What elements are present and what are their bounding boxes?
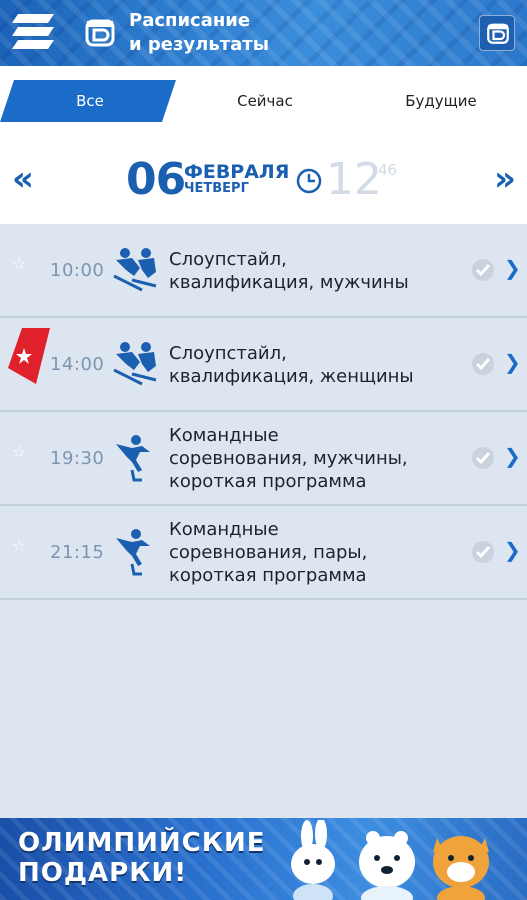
figure-skating-icon bbox=[116, 435, 150, 482]
figure-skating-icon bbox=[116, 529, 150, 576]
favorite-star-icon[interactable]: ☆ bbox=[12, 442, 26, 461]
app-header: Расписание и результаты bbox=[0, 0, 527, 66]
event-list: ☆ 10:00 Слоупстайл, квалификация, мужчин… bbox=[0, 224, 527, 600]
date-day: 06 bbox=[126, 154, 186, 205]
date-month: ФЕВРАЛЯ bbox=[184, 161, 290, 183]
event-name-line: Слоупстайл, bbox=[169, 343, 287, 364]
title-line-2: и результаты bbox=[129, 34, 270, 55]
check-icon bbox=[472, 259, 494, 281]
tab-now[interactable]: Сейчас bbox=[190, 80, 340, 122]
chevron-right-icon[interactable]: ❯ bbox=[504, 538, 521, 562]
event-time: 21:15 bbox=[50, 542, 105, 563]
next-day-button[interactable]: » bbox=[494, 162, 516, 196]
freestyle-ski-icon bbox=[113, 248, 157, 292]
check-icon bbox=[472, 541, 494, 563]
chevron-right-icon[interactable]: ❯ bbox=[504, 350, 521, 374]
mascots-illustration bbox=[291, 820, 489, 900]
chevron-right-icon[interactable]: ❯ bbox=[504, 256, 521, 280]
favorite-star-icon[interactable]: ☆ bbox=[12, 536, 26, 555]
event-name-line: Командные bbox=[169, 519, 279, 540]
event-name: Командные соревнования, мужчины, коротка… bbox=[169, 424, 408, 493]
calendar-icon bbox=[487, 23, 509, 44]
event-name-line: соревнования, пары, bbox=[169, 542, 368, 563]
tab-all[interactable]: Все bbox=[20, 80, 160, 122]
event-time: 19:30 bbox=[50, 448, 105, 469]
menu-button[interactable] bbox=[0, 0, 82, 66]
banner-line: ОЛИМПИЙСКИЕ bbox=[18, 828, 266, 858]
page-title: Расписание и результаты bbox=[129, 9, 269, 57]
date-weekday: ЧЕТВЕРГ bbox=[184, 181, 249, 196]
hamburger-menu-icon bbox=[12, 14, 54, 49]
event-name-line: короткая программа bbox=[169, 565, 367, 586]
event-name-line: Слоупстайл, bbox=[169, 249, 287, 270]
event-name-line: Командные bbox=[169, 425, 279, 446]
banner-line: ПОДАРКИ! bbox=[18, 858, 188, 888]
event-name: Слоупстайл, квалификация, женщины bbox=[169, 342, 414, 388]
list-item[interactable]: 14:00 Слоупстайл, квалификация, женщины … bbox=[0, 318, 527, 412]
event-time: 14:00 bbox=[50, 354, 105, 375]
calendar-button[interactable] bbox=[479, 15, 515, 51]
list-item[interactable]: ☆ 10:00 Слоупстайл, квалификация, мужчин… bbox=[0, 224, 527, 318]
date-selector: « 06 ФЕВРАЛЯ ЧЕТВЕРГ 12 46 » bbox=[0, 136, 527, 224]
prev-day-button[interactable]: « bbox=[12, 162, 34, 196]
filter-tabs: Все Сейчас Будущие bbox=[0, 66, 527, 136]
clock-minute: 46 bbox=[378, 161, 398, 179]
banner-text: ОЛИМПИЙСКИЕ ПОДАРКИ! bbox=[18, 828, 265, 888]
list-item[interactable]: ☆ 21:15 Командные соревнования, пары, ко… bbox=[0, 506, 527, 600]
list-item[interactable]: ☆ 19:30 Командные соревнования, мужчины,… bbox=[0, 412, 527, 506]
event-name-line: квалификация, женщины bbox=[169, 366, 414, 387]
event-name: Командные соревнования, пары, короткая п… bbox=[169, 518, 367, 587]
sochi-logo-icon bbox=[84, 16, 116, 48]
event-name-line: квалификация, мужчины bbox=[169, 272, 409, 293]
event-name-line: соревнования, мужчины, bbox=[169, 448, 408, 469]
favorite-ribbon-icon[interactable] bbox=[8, 328, 50, 384]
title-line-1: Расписание bbox=[129, 10, 251, 31]
chevron-right-icon[interactable]: ❯ bbox=[504, 444, 521, 468]
freestyle-ski-icon bbox=[113, 342, 157, 386]
favorite-star-icon[interactable]: ☆ bbox=[12, 254, 26, 273]
tab-upcoming[interactable]: Будущие bbox=[366, 80, 516, 122]
clock-icon bbox=[296, 168, 322, 194]
check-icon bbox=[472, 353, 494, 375]
check-icon bbox=[472, 447, 494, 469]
event-time: 10:00 bbox=[50, 260, 105, 281]
event-name-line: короткая программа bbox=[169, 471, 367, 492]
event-name: Слоупстайл, квалификация, мужчины bbox=[169, 248, 409, 294]
promo-banner[interactable]: ОЛИМПИЙСКИЕ ПОДАРКИ! bbox=[0, 818, 527, 900]
clock-hour: 12 bbox=[326, 154, 382, 205]
